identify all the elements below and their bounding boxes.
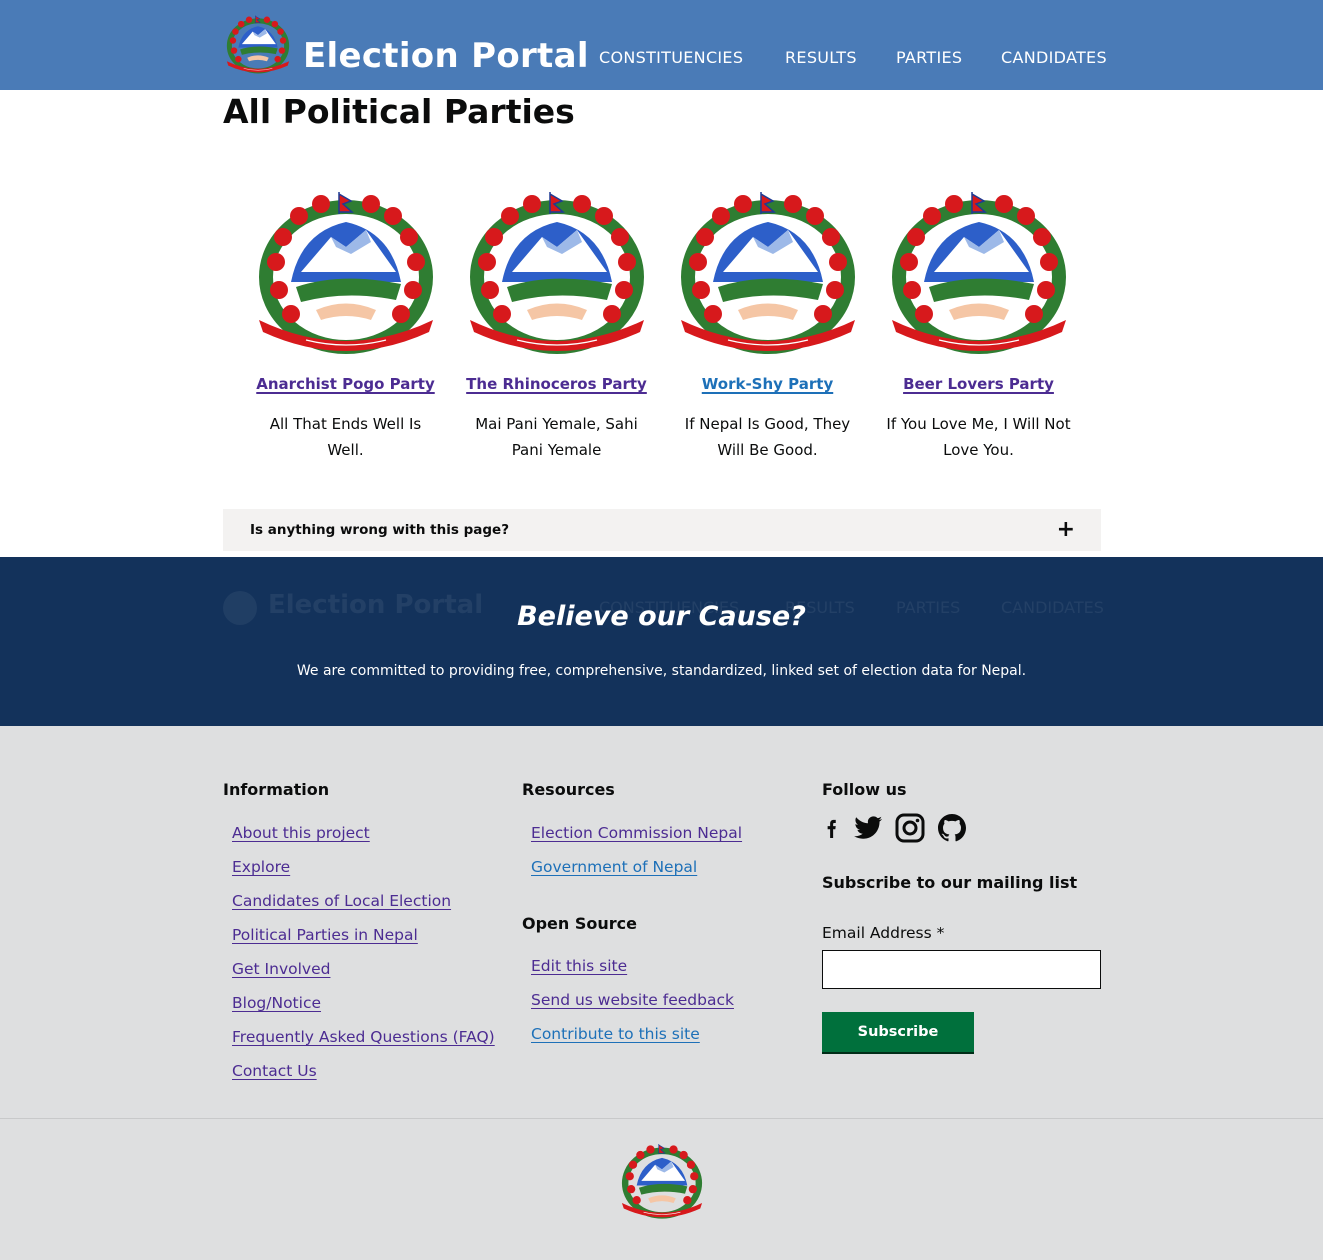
open-source-links: Edit this site Send us website feedback … <box>531 956 734 1058</box>
footer-link-feedback[interactable]: Send us website feedback <box>531 991 734 1009</box>
footer-link-get-involved[interactable]: Get Involved <box>232 960 330 978</box>
party-list: Anarchist Pogo Party All That Ends Well … <box>240 192 1084 463</box>
footer-link-about[interactable]: About this project <box>232 824 370 842</box>
information-heading: Information <box>223 780 330 799</box>
cause-text: We are committed to providing free, comp… <box>296 663 1027 679</box>
site-title-link[interactable]: Election Portal <box>303 34 589 78</box>
party-card: Anarchist Pogo Party All That Ends Well … <box>240 192 451 463</box>
site-header: Election Portal CONSTITUENCIES RESULTS P… <box>0 0 1323 90</box>
party-slogan: If You Love Me, I Will Not Love You. <box>886 415 1071 459</box>
cause-title: Believe our Cause? <box>517 601 806 632</box>
footer-link-parties[interactable]: Political Parties in Nepal <box>232 926 418 944</box>
party-name-link[interactable]: Anarchist Pogo Party <box>256 375 434 393</box>
subscribe-button[interactable]: Subscribe <box>822 1012 974 1052</box>
footer-link-explore[interactable]: Explore <box>232 858 290 876</box>
footer-link-edit-site[interactable]: Edit this site <box>531 957 627 975</box>
follow-heading: Follow us <box>822 780 907 799</box>
nav-parties[interactable]: PARTIES <box>896 48 962 67</box>
site-footer: Information About this project Explore C… <box>0 726 1323 1260</box>
open-source-heading: Open Source <box>522 914 637 933</box>
information-links: About this project Explore Candidates of… <box>232 823 495 1095</box>
page-feedback-toggle[interactable]: Is anything wrong with this page? + <box>223 509 1101 551</box>
footer-link-election-commission[interactable]: Election Commission Nepal <box>531 824 742 842</box>
footer-link-candidates[interactable]: Candidates of Local Election <box>232 892 451 910</box>
party-emblem-image[interactable] <box>462 192 652 357</box>
footer-link-faq[interactable]: Frequently Asked Questions (FAQ) <box>232 1028 495 1046</box>
nepal-emblem-footer-logo <box>618 1144 706 1220</box>
party-name-link[interactable]: The Rhinoceros Party <box>466 375 647 393</box>
party-card: Beer Lovers Party If You Love Me, I Will… <box>873 192 1084 463</box>
party-name-link[interactable]: Beer Lovers Party <box>903 375 1054 393</box>
resources-heading: Resources <box>522 780 615 799</box>
nav-candidates[interactable]: CANDIDATES <box>1001 48 1107 67</box>
social-links <box>822 812 968 844</box>
github-icon[interactable] <box>936 812 968 844</box>
nepal-emblem-logo[interactable] <box>224 14 292 76</box>
footer-divider <box>0 1118 1323 1119</box>
footer-link-government[interactable]: Government of Nepal <box>531 858 697 876</box>
footer-link-contribute[interactable]: Contribute to this site <box>531 1025 700 1043</box>
footer-link-contact[interactable]: Contact Us <box>232 1062 317 1080</box>
resources-links: Election Commission Nepal Government of … <box>531 823 742 891</box>
party-name-link[interactable]: Work-Shy Party <box>702 375 833 393</box>
party-emblem-image[interactable] <box>673 192 863 357</box>
nav-constituencies[interactable]: CONSTITUENCIES <box>599 48 743 67</box>
cause-banner: Election Portal CONSTITUENCIES RESULTS P… <box>0 557 1323 726</box>
party-slogan: If Nepal Is Good, They Will Be Good. <box>684 415 851 459</box>
twitter-icon[interactable] <box>852 812 884 844</box>
email-label: Email Address * <box>822 924 945 942</box>
party-card: The Rhinoceros Party Mai Pani Yemale, Sa… <box>451 192 662 463</box>
mailing-list-heading: Subscribe to our mailing list <box>822 873 1078 892</box>
party-emblem-image[interactable] <box>884 192 1074 357</box>
instagram-icon[interactable] <box>894 812 926 844</box>
party-slogan: All That Ends Well Is Well. <box>269 415 422 459</box>
email-input[interactable] <box>822 950 1101 989</box>
feedback-question: Is anything wrong with this page? <box>250 522 510 538</box>
expand-plus-icon[interactable]: + <box>1057 519 1075 541</box>
footer-link-blog[interactable]: Blog/Notice <box>232 994 321 1012</box>
nav-results[interactable]: RESULTS <box>785 48 857 67</box>
facebook-icon[interactable] <box>822 812 842 844</box>
page-title: All Political Parties <box>223 92 575 131</box>
party-emblem-image[interactable] <box>251 192 441 357</box>
party-slogan: Mai Pani Yemale, Sahi Pani Yemale <box>475 415 638 459</box>
party-card: Work-Shy Party If Nepal Is Good, They Wi… <box>662 192 873 463</box>
